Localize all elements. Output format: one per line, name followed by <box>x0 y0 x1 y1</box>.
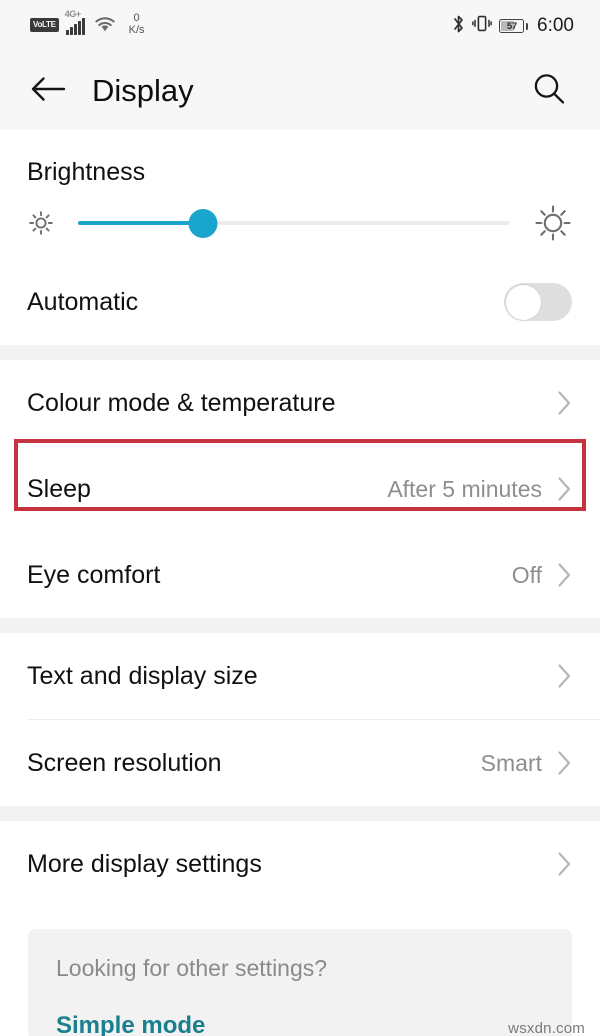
status-bar: VoLTE 4G+ 0 K/s 57 6:00 <box>0 0 600 52</box>
signal-bars-icon: 4G+ <box>65 9 85 35</box>
battery-body: 57 <box>499 19 525 33</box>
signal-bar-5 <box>81 17 85 35</box>
brightness-title: Brightness <box>27 158 146 186</box>
search-icon <box>531 71 567 112</box>
app-header: Display <box>0 52 600 130</box>
phone-screen: VoLTE 4G+ 0 K/s 57 6:00 Display Brightne… <box>0 0 600 1036</box>
chevron-right-icon <box>556 663 572 689</box>
signal-bar-3 <box>73 23 77 35</box>
signal-bar-1 <box>65 29 69 35</box>
display-section-1: Colour mode & temperature Sleep After 5 … <box>0 360 600 618</box>
toggle-knob <box>505 284 541 320</box>
automatic-brightness-row[interactable]: Automatic <box>0 259 600 345</box>
back-button[interactable] <box>26 69 70 113</box>
signal-bar-2 <box>69 26 73 35</box>
data-rate-unit: K/s <box>128 24 145 36</box>
other-settings-question: Looking for other settings? <box>56 955 328 981</box>
row-label: Text and display size <box>27 661 258 690</box>
row-label: Colour mode & temperature <box>27 388 336 417</box>
status-bar-left: VoLTE 4G+ 0 K/s <box>30 9 145 38</box>
display-section-3: More display settings <box>0 821 600 907</box>
signal-bar-4 <box>77 20 81 35</box>
section-gap-1 <box>0 345 600 360</box>
row-label: Screen resolution <box>27 748 222 777</box>
search-button[interactable] <box>526 68 572 114</box>
brightness-slider-row <box>0 187 600 259</box>
section-gap-3 <box>0 806 600 821</box>
row-value: Off <box>511 561 542 588</box>
back-arrow-icon <box>29 74 67 109</box>
watermark: wsxdn.com <box>508 1020 585 1036</box>
chevron-right-icon <box>556 750 572 776</box>
other-settings-card: Looking for other settings? Simple mode … <box>28 929 585 1036</box>
section-gap-2 <box>0 618 600 633</box>
battery-percent-label: 57 <box>506 20 517 32</box>
chevron-right-icon <box>556 851 572 877</box>
simple-mode-link[interactable]: Simple mode <box>56 1012 205 1036</box>
row-label: Eye comfort <box>27 560 161 589</box>
slider-fill <box>78 221 204 225</box>
status-bar-right: 57 6:00 <box>452 14 574 39</box>
footer-card-wrapper: Looking for other settings? Simple mode … <box>0 907 600 1036</box>
network-gen-label: 4G+ <box>64 8 81 19</box>
row-eye-comfort[interactable]: Eye comfort Off <box>0 532 600 618</box>
vibrate-icon <box>472 14 493 38</box>
row-screen-resolution[interactable]: Screen resolution Smart <box>0 720 600 806</box>
row-value: Smart <box>480 749 542 776</box>
row-label: More display settings <box>27 849 262 878</box>
wifi-icon <box>94 16 116 38</box>
row-colour-mode-temperature[interactable]: Colour mode & temperature <box>0 360 600 446</box>
data-rate-indicator: 0 K/s <box>129 13 145 36</box>
row-value: After 5 minutes <box>387 475 542 502</box>
row-label: Sleep <box>27 474 91 503</box>
brightness-high-sun-icon <box>532 202 574 244</box>
chevron-right-icon <box>556 390 572 416</box>
row-more-display-settings[interactable]: More display settings <box>0 821 600 907</box>
chevron-right-icon <box>556 476 572 502</box>
display-section-2: Text and display size Screen resolution … <box>0 633 600 806</box>
brightness-group: Brightness Automatic <box>0 130 600 345</box>
status-bar-clock: 6:00 <box>537 15 574 36</box>
bluetooth-icon <box>452 14 465 39</box>
battery-cap <box>525 22 529 30</box>
data-rate-value: 0 <box>133 12 140 25</box>
brightness-slider[interactable] <box>78 208 510 238</box>
settings-list: Brightness Automatic Colour mode & tempe… <box>0 130 600 1036</box>
row-sleep[interactable]: Sleep After 5 minutes <box>0 446 600 532</box>
volte-icon: VoLTE <box>30 18 59 32</box>
page-title: Display <box>92 73 194 108</box>
row-text-and-display-size[interactable]: Text and display size <box>0 633 600 719</box>
battery-icon: 57 <box>499 19 529 33</box>
chevron-right-icon <box>556 562 572 588</box>
automatic-toggle[interactable] <box>504 283 572 321</box>
automatic-label: Automatic <box>27 287 139 316</box>
slider-thumb[interactable] <box>188 208 218 238</box>
brightness-low-sun-icon <box>26 208 56 238</box>
